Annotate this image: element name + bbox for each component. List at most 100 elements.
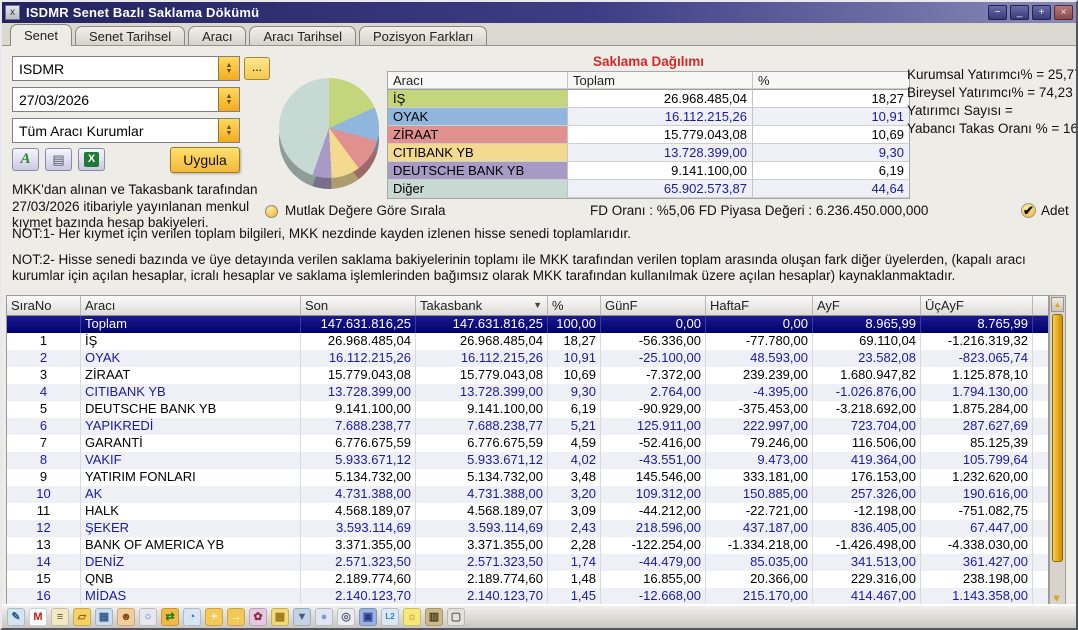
security-value: ISDMR xyxy=(19,60,65,77)
stat-line: Yatırımcı Sayısı = xyxy=(907,103,1013,118)
column-header-%[interactable]: % xyxy=(548,296,601,315)
globe-icon[interactable]: ◔ xyxy=(183,607,201,626)
l2-icon[interactable]: L2 xyxy=(381,607,399,626)
distribution-row[interactable]: DEUTSCHE BANK YB 9.141.100,00 6,19 xyxy=(388,162,909,180)
cell: 15.779.043,08 xyxy=(568,126,753,144)
column-header-haftaf[interactable]: HaftaF xyxy=(706,296,813,315)
folder-icon[interactable]: ▱ xyxy=(73,607,91,626)
broker-select[interactable]: Tüm Aracı Kurumlar ▲ ▼ xyxy=(12,118,240,143)
clipboard-icon[interactable]: ≡ xyxy=(51,607,69,626)
col-pct[interactable]: % xyxy=(753,72,909,89)
transfer-icon[interactable]: ⇄ xyxy=(161,607,179,626)
cell: İŞ xyxy=(388,90,568,108)
table-row[interactable]: 14 DENİZ 2.571.323,50 2.571.323,50 1,74 -44.4… xyxy=(7,554,1048,571)
database-icon[interactable]: ▣ xyxy=(359,607,377,626)
table-header: SıraNo Aracı Son Takasbank ▼% GünF HaftaF AyF Üç… xyxy=(7,296,1048,316)
spinner-arrows-icon[interactable]: ▲ ▼ xyxy=(218,119,239,142)
tab-senet-tarihsel[interactable]: Senet Tarihsel xyxy=(74,26,186,45)
column-header-ayf[interactable]: AyF xyxy=(813,296,921,315)
palette-icon[interactable]: ✿ xyxy=(249,607,267,626)
table-row[interactable]: 5 DEUTSCHE BANK YB 9.141.100,00 9.141.100,0… xyxy=(7,401,1048,418)
window-menu-close-icon[interactable]: x xyxy=(5,5,20,20)
cell: 16.112.215,26 xyxy=(568,108,753,126)
cell: 65.902.573,87 xyxy=(568,180,753,198)
date-select[interactable]: 27/03/2026 ▲ ▼ xyxy=(12,87,240,112)
table-row[interactable]: 10 AK 4.731.388,00 4.731.388,00 3,20 109.312,… xyxy=(7,486,1048,503)
table-row[interactable]: 16 MİDAS 2.140.123,70 2.140.123,70 1,45 -12.6… xyxy=(7,588,1048,605)
printer-icon: ▤ xyxy=(52,151,65,167)
column-header-üçayf[interactable]: ÜçAyF xyxy=(921,296,1033,315)
table-row[interactable]: 15 QNB 2.189.774,60 2.189.774,60 1,48 16.855,… xyxy=(7,571,1048,588)
arrow-right-icon[interactable]: → xyxy=(227,607,245,626)
chart-edit-icon[interactable]: ✎ xyxy=(7,607,25,626)
table-row[interactable]: 9 YATIRIM FONLARI 5.134.732,00 5.134.732,00… xyxy=(7,469,1048,486)
adet-label[interactable]: Adet xyxy=(1041,203,1069,218)
document-search-icon[interactable]: ◎ xyxy=(337,607,355,626)
monitor-chart-icon[interactable]: ▦ xyxy=(95,607,113,626)
table-row[interactable]: 6 YAPIKREDİ 7.688.238,77 7.688.238,77 5,21 12… xyxy=(7,418,1048,435)
sort-radio-label[interactable]: Mutlak Değere Göre Sırala xyxy=(285,203,446,218)
distribution-row[interactable]: Diğer 65.902.573,87 44,64 xyxy=(388,180,909,198)
rollup-icon[interactable]: − xyxy=(988,5,1007,20)
table-row[interactable]: 13 BANK OF AMERICA YB 3.371.355,00 3.371.35… xyxy=(7,537,1048,554)
table-row[interactable]: 1 İŞ 26.968.485,04 26.968.485,04 18,27 -56.33… xyxy=(7,333,1048,350)
column-header-son[interactable]: Son xyxy=(301,296,416,315)
sort-radio[interactable] xyxy=(265,205,278,218)
pie-slices xyxy=(279,78,379,178)
search-icon[interactable]: ○ xyxy=(139,607,157,626)
table-row[interactable]: 7 GARANTİ 6.776.675,59 6.776.675,59 4,59 -52.… xyxy=(7,435,1048,452)
brand-m-icon[interactable]: M xyxy=(29,607,47,626)
spinner-arrows-icon[interactable]: ▲ ▼ xyxy=(218,57,239,80)
font-button[interactable]: A xyxy=(12,148,39,171)
apply-button[interactable]: Uygula xyxy=(170,147,240,173)
vertical-scrollbar[interactable]: ▲ ▼ xyxy=(1049,295,1066,606)
table-row-total[interactable]: Toplam 147.631.816,25 147.631.816,25 100,00… xyxy=(7,316,1048,333)
col-toplam[interactable]: Toplam xyxy=(568,72,753,89)
scroll-down-icon[interactable]: ▼ xyxy=(1052,593,1061,603)
sort-arrow-icon[interactable]: ▼ xyxy=(533,296,542,315)
trash-icon[interactable]: ▥ xyxy=(425,607,443,626)
distribution-row[interactable]: CITIBANK YB 13.728.399,00 9,30 xyxy=(388,144,909,162)
table-row[interactable]: 4 CITIBANK YB 13.728.399,00 13.728.399,00 9,… xyxy=(7,384,1048,401)
scroll-up-icon[interactable]: ▲ xyxy=(1051,297,1064,312)
scrollbar-thumb[interactable] xyxy=(1052,314,1063,562)
bottom-toolbar: ✎ M ≡ ▱ ▦ ☻ ○ ⇄ ◔ ÷ → ✿ ▩ ▼ ● ◎ ▣ L2 ☼ ▥ ▢ xyxy=(2,604,1076,628)
tab-senet[interactable]: Senet xyxy=(10,24,72,46)
spinner-arrows-icon[interactable]: ▲ ▼ xyxy=(218,88,239,111)
cell: 13.728.399,00 xyxy=(568,144,753,162)
tab-arac-tarihsel[interactable]: Aracı Tarihsel xyxy=(249,26,356,45)
excel-export-button[interactable]: X xyxy=(78,148,105,171)
tab-pozisyon-farklar-[interactable]: Pozisyon Farkları xyxy=(359,26,488,45)
print-button[interactable]: ▤ xyxy=(45,148,72,171)
table-row[interactable]: 3 ZİRAAT 15.779.043,08 15.779.043,08 10,69 -7… xyxy=(7,367,1048,384)
column-header-aracı[interactable]: Aracı xyxy=(81,296,301,315)
close-icon[interactable]: × xyxy=(1054,5,1073,20)
browse-button[interactable]: ... xyxy=(244,57,270,80)
col-araci[interactable]: Aracı xyxy=(388,72,568,89)
security-select[interactable]: ISDMR ▲ ▼ xyxy=(12,56,240,81)
frame-icon[interactable]: ▢ xyxy=(447,607,465,626)
excel-icon: X xyxy=(84,152,99,167)
distribution-row[interactable]: ZİRAAT 15.779.043,08 10,69 xyxy=(388,126,909,144)
broker-value: Tüm Aracı Kurumlar xyxy=(19,122,144,139)
date-value: 27/03/2026 xyxy=(19,91,90,108)
table-row[interactable]: 11 HALK 4.568.189,07 4.568.189,07 3,09 -44.21… xyxy=(7,503,1048,520)
column-header-sırano[interactable]: SıraNo xyxy=(7,296,81,315)
column-header-takasbank[interactable]: Takasbank ▼ xyxy=(416,296,548,315)
table-row[interactable]: 12 ŞEKER 3.593.114,69 3.593.114,69 2,43 218.5… xyxy=(7,520,1048,537)
users-icon[interactable]: ☻ xyxy=(117,607,135,626)
distribution-row[interactable]: OYAK 16.112.215,26 10,91 xyxy=(388,108,909,126)
table-row[interactable]: 2 OYAK 16.112.215,26 16.112.215,26 10,91 -25.… xyxy=(7,350,1048,367)
table-row[interactable]: 8 VAKIF 5.933.671,12 5.933.671,12 4,02 -43.55… xyxy=(7,452,1048,469)
blob-icon[interactable]: ● xyxy=(315,607,333,626)
adet-checkbox[interactable]: ✔ xyxy=(1021,203,1036,218)
column-header-günf[interactable]: GünF xyxy=(601,296,706,315)
minimize-icon[interactable]: _ xyxy=(1010,5,1029,20)
distribution-row[interactable]: İŞ 26.968.485,04 18,27 xyxy=(388,90,909,108)
sun-window-icon[interactable]: ☼ xyxy=(403,607,421,626)
tab-arac-[interactable]: Aracı xyxy=(188,26,247,45)
stamp-icon[interactable]: ▼ xyxy=(293,607,311,626)
divide-icon[interactable]: ÷ xyxy=(205,607,223,626)
maximize-icon[interactable]: + xyxy=(1032,5,1051,20)
weave-icon[interactable]: ▩ xyxy=(271,607,289,626)
